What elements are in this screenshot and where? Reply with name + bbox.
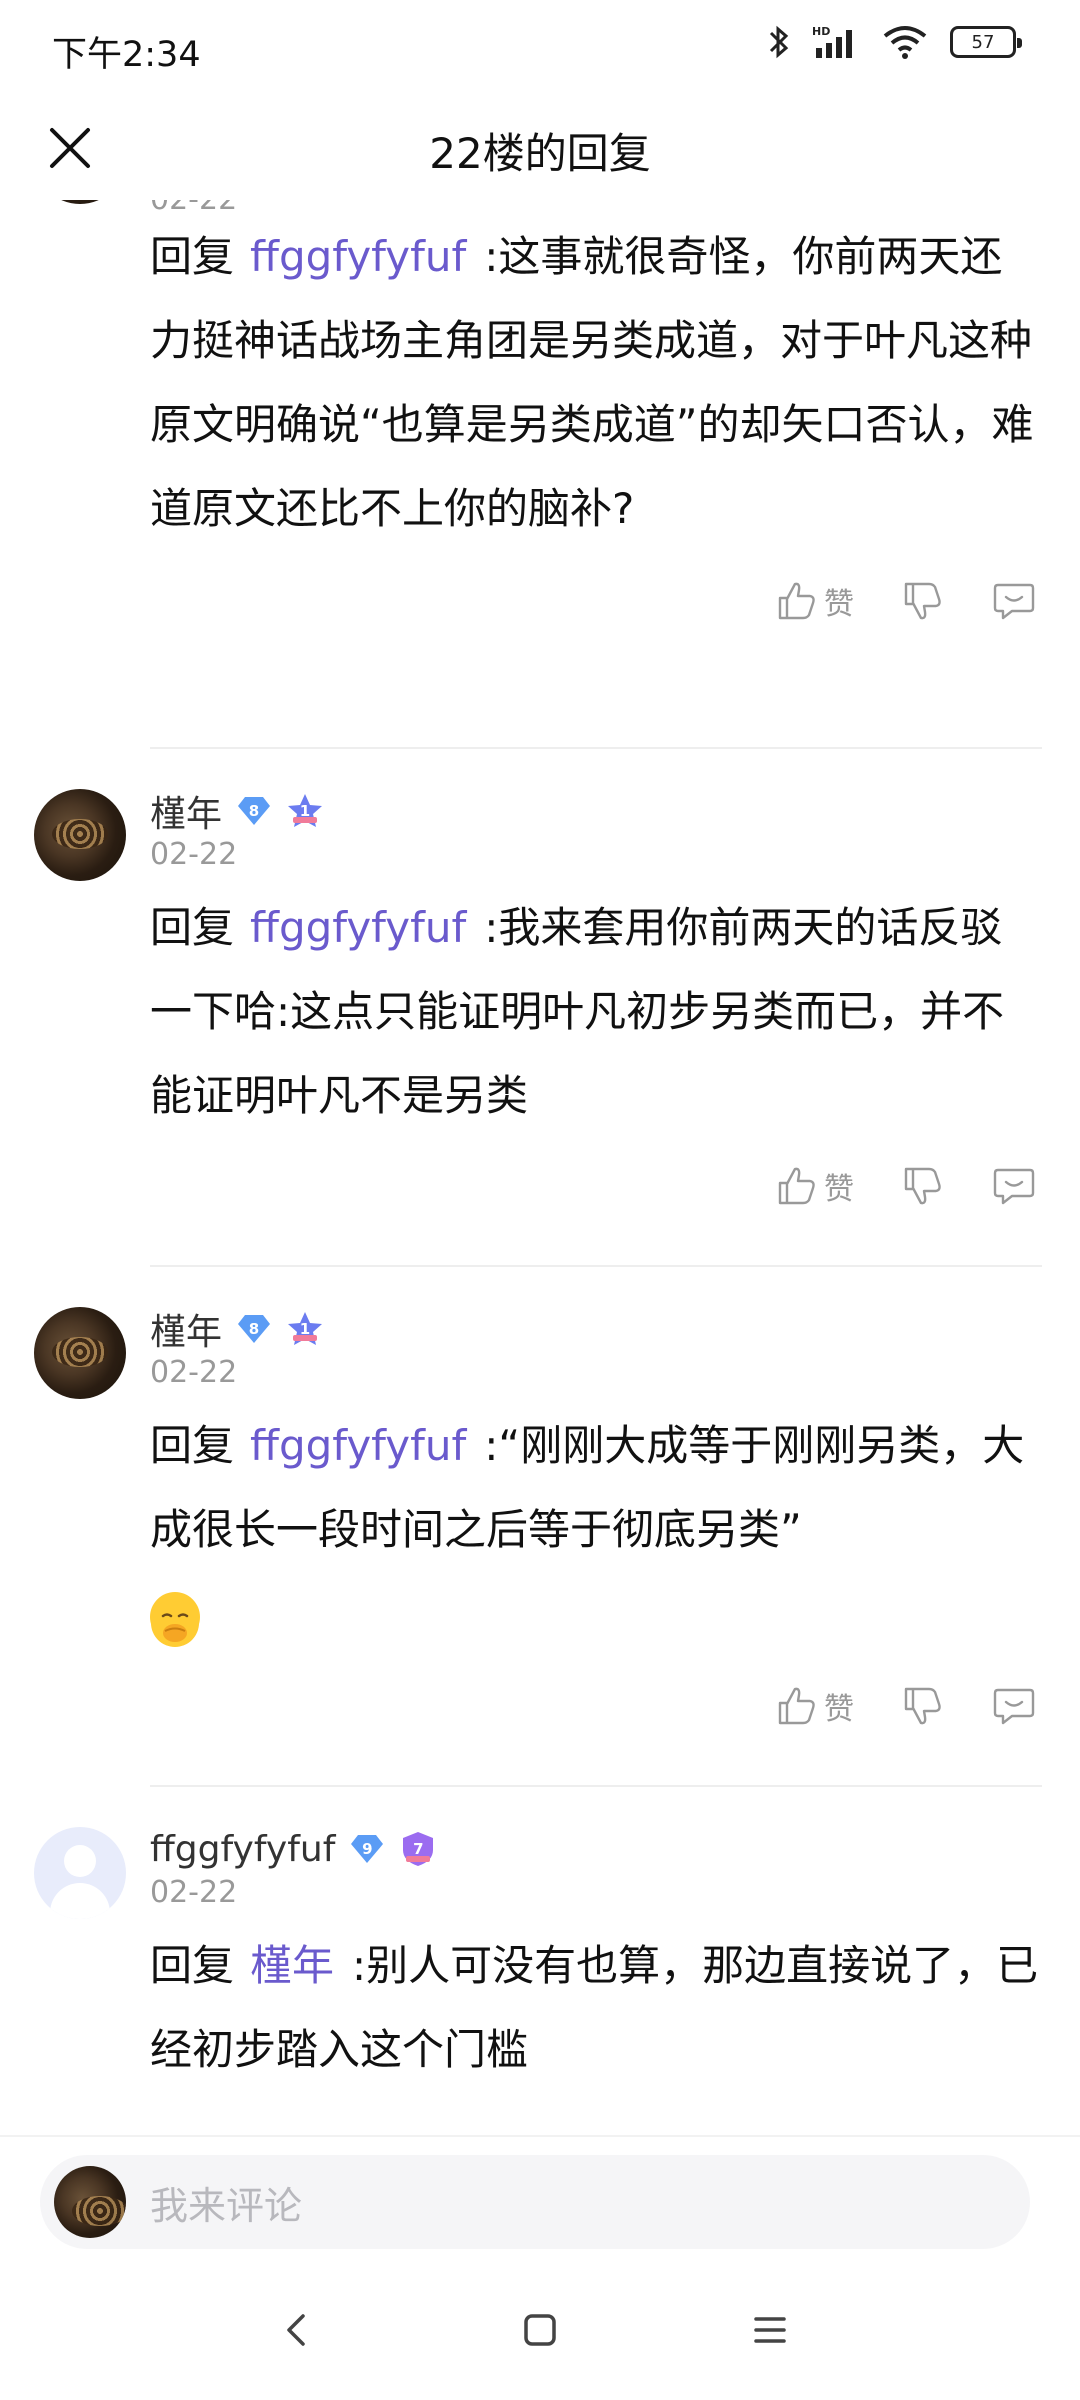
svg-text:HD: HD (812, 25, 830, 38)
user-line: ffggfyfyfuf 9 7 (150, 1825, 1040, 1873)
comment-date: 02-22 (150, 200, 1040, 210)
user-line: 槿年 8 1 (150, 1305, 1040, 1353)
comment-content[interactable]: 回复 槿年:别人可没有也算，那边直接说了，已经初步踏入这个门槛 (150, 1924, 1040, 2092)
avatar[interactable] (34, 200, 126, 204)
medal-badge: 1 (286, 792, 324, 830)
battery-indicator: 57 (950, 26, 1022, 58)
comment-date: 02-22 (150, 1875, 238, 1910)
reply-button[interactable] (992, 1165, 1036, 1207)
username[interactable]: 槿年 (150, 785, 222, 837)
thumbs-up-icon (778, 582, 815, 620)
comment-input-bar: 我来评论 (0, 2135, 1080, 2255)
recents-button[interactable] (735, 2295, 805, 2365)
like-label: 赞 (824, 1172, 854, 1207)
dislike-button[interactable] (902, 580, 944, 622)
comment-input-placeholder: 我来评论 (150, 2183, 303, 2228)
page-title: 22楼的回复 (429, 129, 651, 178)
comment-date: 02-22 (150, 837, 238, 872)
avatar[interactable] (34, 1307, 126, 1399)
status-icons: HD 57 (768, 24, 1022, 60)
dislike-button[interactable] (902, 1685, 944, 1727)
header: 22楼的回复 (0, 96, 1080, 200)
reply-prefix: 回复 (150, 903, 235, 952)
divider (150, 747, 1042, 749)
comment-list[interactable]: 02-22 回复ffggfyfyfuf:这事就很奇怪，你前两天还力挺神话战场主角… (0, 200, 1080, 2135)
divider (150, 1265, 1042, 1267)
comment-content[interactable]: 回复 ffggfyfyfuf:我来套用你前两天的话反驳一下哈:这点只能证明叶凡初步… (150, 886, 1040, 1138)
status-bar: 下午2:34 HD 57 (0, 0, 1080, 96)
comment-content[interactable]: 回复 ffggfyfyfuf:这事就很奇怪，你前两天还力挺神话战场主角团是另类成道… (150, 215, 1040, 551)
medal-badge: 7 (399, 1830, 437, 1868)
home-square-icon (524, 2314, 556, 2346)
like-button[interactable]: 赞 (776, 1684, 854, 1728)
like-label: 赞 (824, 1692, 854, 1727)
reply-prefix: 回复 (150, 1941, 235, 1990)
thumbs-down-icon (904, 1167, 941, 1205)
reply-target-link[interactable]: ffggfyfyfuf (250, 903, 466, 952)
avatar[interactable] (34, 1827, 126, 1919)
face-with-hand-over-mouth-icon (150, 1591, 200, 1647)
comment-actions: 赞 (150, 1138, 1040, 1234)
like-label: 赞 (824, 587, 854, 622)
cellular-signal-icon: HD (812, 25, 852, 58)
system-nav-bar (0, 2255, 1080, 2400)
default-avatar-body (50, 1883, 110, 1919)
reply-target-link[interactable]: ffggfyfyfuf (250, 232, 466, 281)
thumbs-down-icon (904, 1687, 941, 1725)
status-time: 下午2:34 (52, 35, 201, 75)
comment-actions: 赞 (150, 1658, 1040, 1754)
comment-date: 02-22 (150, 1355, 238, 1390)
comment-item: 槿年 8 1 02-22 回复 ffggfyfyfuf:我来套用你前两天的话反驳一… (0, 747, 1080, 1265)
reply-target-link[interactable]: ffggfyfyfuf (250, 1421, 466, 1470)
level-badge: 8 (236, 795, 272, 827)
back-arrow-icon (287, 2314, 305, 2346)
comment-bubble-icon (993, 583, 1035, 620)
wifi-icon (883, 26, 927, 59)
level-badge: 8 (236, 1313, 272, 1345)
thumbs-up-icon (778, 1687, 815, 1725)
username[interactable]: 槿年 (150, 1303, 222, 1355)
user-line: 槿年 8 1 (150, 787, 1040, 835)
comment-bubble-icon (993, 1168, 1035, 1205)
menu-icon (754, 2317, 786, 2343)
reply-prefix: 回复 (150, 1421, 235, 1470)
my-avatar (54, 2166, 126, 2238)
comment-actions: 赞 (150, 553, 1040, 649)
thumbs-down-icon (904, 582, 941, 620)
comment-input[interactable]: 我来评论 (40, 2155, 1030, 2249)
bluetooth-icon (769, 25, 789, 59)
divider (150, 1785, 1042, 1787)
medal-badge: 1 (286, 1310, 324, 1348)
reply-target-link[interactable]: 槿年 (250, 1941, 334, 1990)
comment-item: 槿年 8 1 02-22 回复 ffggfyfyfuf:“刚刚大成等于刚刚另类，大… (0, 1265, 1080, 1785)
like-button[interactable]: 赞 (776, 579, 854, 623)
username[interactable]: ffggfyfyfuf (150, 1829, 335, 1870)
comment-item: 02-22 回复ffggfyfyfuf:这事就很奇怪，你前两天还力挺神话战场主角… (0, 200, 1080, 747)
dislike-button[interactable] (902, 1165, 944, 1207)
default-avatar-head (64, 1845, 96, 1877)
like-button[interactable]: 赞 (776, 1164, 854, 1208)
reply-button[interactable] (992, 580, 1036, 622)
reply-prefix: 回复 (150, 232, 235, 281)
reply-button[interactable] (992, 1685, 1036, 1727)
comment-item: ffggfyfyfuf 9 7 02-22 回复 槿年:别人可没有也算，那边直接说… (0, 1785, 1080, 2135)
home-button[interactable] (505, 2295, 575, 2365)
avatar[interactable] (34, 789, 126, 881)
thumbs-up-icon (778, 1167, 815, 1205)
comment-bubble-icon (993, 1688, 1035, 1725)
level-badge: 9 (349, 1833, 385, 1865)
comment-content[interactable]: 回复 ffggfyfyfuf:“刚刚大成等于刚刚另类，大成很长一段时间之后等于彻底… (150, 1404, 1040, 1656)
back-button[interactable] (262, 2295, 332, 2365)
